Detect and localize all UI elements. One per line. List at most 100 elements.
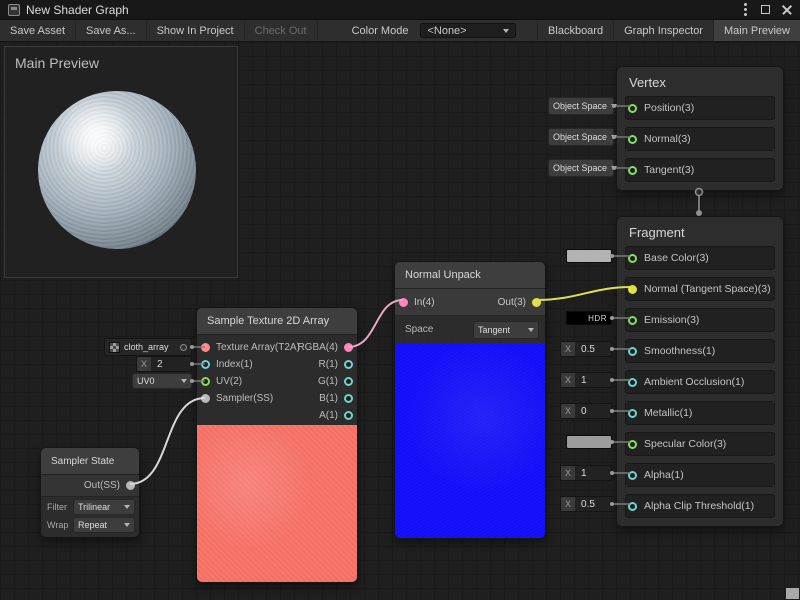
- fragment-row-normal-tangent[interactable]: Normal (Tangent Space)(3): [625, 277, 775, 301]
- alpha-port[interactable]: [628, 471, 637, 480]
- uv-input-row: UV(2): [201, 373, 242, 390]
- ambient-occlusion-field[interactable]: X 1: [560, 372, 612, 388]
- sampler-state-node[interactable]: Sampler State Out(SS) Filter Trilinear W…: [40, 447, 140, 538]
- fragment-row-base-color[interactable]: Base Color(3): [625, 246, 775, 270]
- wrap-dropdown[interactable]: Repeat: [73, 517, 135, 533]
- out3-port[interactable]: [532, 298, 541, 307]
- kebab-menu-icon[interactable]: [744, 8, 747, 11]
- sampler-port[interactable]: [201, 394, 210, 403]
- index-port[interactable]: [201, 360, 210, 369]
- sample-node-title[interactable]: Sample Texture 2D Array: [197, 308, 357, 335]
- position-port[interactable]: [628, 104, 637, 113]
- b-port[interactable]: [344, 394, 353, 403]
- color-mode-dropdown[interactable]: <None>: [420, 23, 516, 38]
- uv-channel-dropdown[interactable]: UV0: [132, 373, 192, 389]
- normal-unpack-title[interactable]: Normal Unpack: [395, 262, 545, 289]
- g-port[interactable]: [344, 377, 353, 386]
- close-icon[interactable]: [782, 5, 792, 15]
- ambient-occlusion-port[interactable]: [628, 378, 637, 387]
- cloth-array-value: cloth_array: [124, 342, 169, 352]
- specular-color-swatch[interactable]: [566, 435, 612, 449]
- out-ss-label: Out(SS): [84, 480, 120, 491]
- fragment-row-specular-color[interactable]: Specular Color(3): [625, 432, 775, 456]
- fragment-row-ambient-occlusion[interactable]: Ambient Occlusion(1): [625, 370, 775, 394]
- metallic-field[interactable]: X 0: [560, 403, 612, 419]
- base-color-swatch[interactable]: [566, 249, 612, 263]
- a-port[interactable]: [344, 411, 353, 420]
- emission-port[interactable]: [628, 316, 637, 325]
- fragment-row-alpha-clip[interactable]: Alpha Clip Threshold(1): [625, 494, 775, 518]
- wrap-value: Repeat: [78, 520, 107, 530]
- shader-graph-asset-icon: [8, 4, 20, 16]
- dropdown-arrow-icon: [611, 104, 617, 108]
- x-component-label: X: [561, 466, 575, 480]
- window-title: New Shader Graph: [26, 3, 129, 17]
- vertex-row-tangent[interactable]: Tangent(3): [625, 158, 775, 182]
- fragment-row-alpha[interactable]: Alpha(1): [625, 463, 775, 487]
- alpha-clip-field[interactable]: X 0.5: [560, 496, 612, 512]
- save-as-button[interactable]: Save As...: [76, 20, 147, 41]
- maximize-icon[interactable]: [761, 5, 770, 14]
- tangent-port[interactable]: [628, 166, 637, 175]
- fragment-row-metallic[interactable]: Metallic(1): [625, 401, 775, 425]
- show-in-project-button[interactable]: Show In Project: [147, 20, 245, 41]
- sampler-state-title[interactable]: Sampler State: [41, 448, 139, 475]
- out-ss-port[interactable]: [126, 481, 135, 490]
- uv-port[interactable]: [201, 377, 210, 386]
- specular-color-port[interactable]: [628, 440, 637, 449]
- uv-port-label: UV(2): [216, 376, 242, 387]
- normal-space-value: Object Space: [553, 132, 607, 142]
- rgba-output-row: RGBA(4): [297, 339, 353, 356]
- space-dropdown[interactable]: Tangent: [473, 321, 539, 339]
- filter-dropdown[interactable]: Trilinear: [73, 499, 135, 515]
- fragment-row-smoothness[interactable]: Smoothness(1): [625, 339, 775, 363]
- texture-array-port[interactable]: [201, 343, 210, 352]
- emission-hdr-swatch[interactable]: HDR: [566, 311, 612, 325]
- normal-unpack-node[interactable]: Normal Unpack In(4) Out(3) Space Tangent: [394, 261, 546, 539]
- metallic-port[interactable]: [628, 409, 637, 418]
- fragment-row-emission[interactable]: Emission(3): [625, 308, 775, 332]
- wrap-row: Wrap Repeat: [41, 517, 139, 537]
- main-preview-panel[interactable]: Main Preview: [4, 46, 238, 278]
- rgba-port[interactable]: [344, 343, 353, 352]
- position-space-dropdown[interactable]: Object Space: [548, 97, 614, 115]
- position-space-value: Object Space: [553, 101, 607, 111]
- save-asset-button[interactable]: Save Asset: [0, 20, 76, 41]
- vertex-row-position[interactable]: Position(3): [625, 96, 775, 120]
- r-port[interactable]: [344, 360, 353, 369]
- out3-label: Out(3): [498, 297, 526, 308]
- ambient-occlusion-label: Ambient Occlusion(1): [644, 376, 744, 388]
- base-color-port[interactable]: [628, 254, 637, 263]
- graph-inspector-button[interactable]: Graph Inspector: [613, 20, 713, 41]
- index-field[interactable]: X 2: [136, 356, 192, 372]
- dropdown-arrow-icon: [528, 328, 534, 332]
- in4-port[interactable]: [399, 298, 408, 307]
- normal-space-dropdown[interactable]: Object Space: [548, 128, 614, 146]
- sample-texture-2d-array-node[interactable]: Sample Texture 2D Array Texture Array(T2…: [196, 307, 358, 583]
- texture-array-input-row: Texture Array(T2A): [201, 339, 300, 356]
- alpha-clip-port[interactable]: [628, 502, 637, 511]
- rgba-port-label: RGBA(4): [297, 342, 338, 353]
- normal-tangent-port[interactable]: [628, 285, 637, 294]
- sampler-port-label: Sampler(SS): [216, 393, 273, 404]
- check-out-button: Check Out: [245, 20, 318, 41]
- filter-label: Filter: [47, 502, 67, 512]
- vertex-row-normal[interactable]: Normal(3): [625, 127, 775, 151]
- resize-corner[interactable]: [786, 588, 799, 599]
- tangent-space-dropdown[interactable]: Object Space: [548, 159, 614, 177]
- metallic-label: Metallic(1): [644, 407, 692, 419]
- vertex-block[interactable]: Vertex Position(3) Normal(3) Tangent(3): [616, 66, 784, 191]
- blackboard-button[interactable]: Blackboard: [537, 20, 613, 41]
- alpha-clip-value: 0.5: [575, 497, 611, 511]
- alpha-field[interactable]: X 1: [560, 465, 612, 481]
- index-input-row: Index(1): [201, 356, 253, 373]
- fragment-block[interactable]: Fragment Base Color(3) Normal (Tangent S…: [616, 216, 784, 527]
- main-preview-button[interactable]: Main Preview: [713, 20, 800, 41]
- normal-port[interactable]: [628, 135, 637, 144]
- smoothness-port[interactable]: [628, 347, 637, 356]
- smoothness-label: Smoothness(1): [644, 345, 715, 357]
- cloth-array-object-field[interactable]: cloth_array: [104, 338, 192, 356]
- object-picker-icon[interactable]: [180, 344, 187, 351]
- smoothness-field[interactable]: X 0.5: [560, 341, 612, 357]
- a-port-label: A(1): [319, 410, 338, 421]
